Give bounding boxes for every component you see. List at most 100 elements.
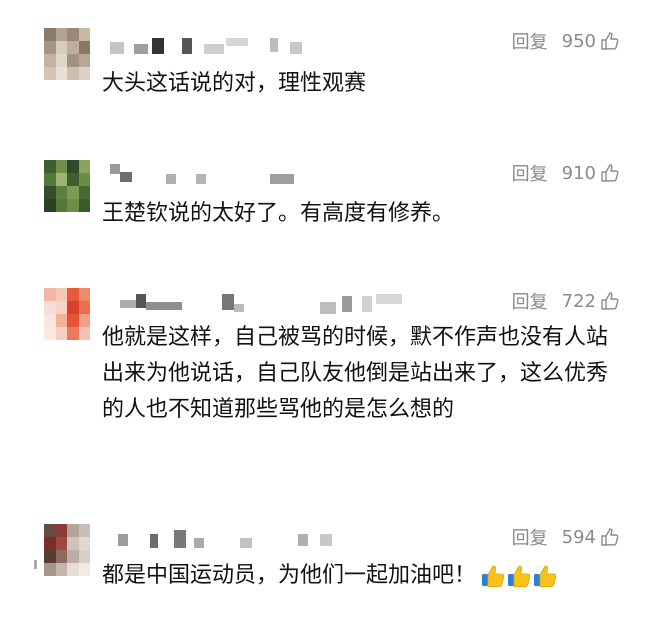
like-button[interactable]: 950 — [562, 31, 620, 52]
avatar-pixel — [55, 550, 67, 563]
emoji-row — [480, 563, 558, 589]
like-count: 910 — [561, 162, 596, 184]
comment-text: 他就是这样，自己被骂的时候，默不作声也没有人站出来为他说话，自己队友他倒是站出来… — [102, 325, 609, 422]
username-blurred[interactable] — [110, 38, 320, 56]
avatar-pixel — [44, 314, 56, 327]
avatar-pixel — [44, 54, 56, 67]
reply-button[interactable]: 回复 — [512, 288, 548, 314]
thumbs-up-icon — [601, 32, 619, 50]
thumbs-up-icon — [601, 528, 619, 546]
like-count: 594 — [561, 526, 596, 548]
thumbs-up-emoji-icon — [482, 565, 505, 587]
avatar-pixel — [55, 288, 67, 301]
avatar[interactable] — [44, 28, 90, 80]
avatar-pixel — [67, 28, 79, 41]
avatar-pixel — [78, 28, 90, 41]
comment-actions: 回复 950 — [512, 28, 620, 54]
avatar-pixel — [67, 327, 79, 340]
avatar-pixel — [67, 41, 79, 54]
avatar-pixel — [55, 67, 67, 80]
username-blurred[interactable] — [110, 530, 332, 548]
avatar-pixel — [55, 563, 67, 576]
comment-text-row: 都是中国运动员，为他们一起加油吧！ — [102, 558, 612, 594]
avatar-pixel — [67, 524, 79, 537]
avatar-pixel — [55, 199, 67, 212]
avatar-pixel — [67, 186, 79, 199]
avatar-pixel — [78, 160, 90, 173]
avatar-pixel — [44, 301, 56, 314]
avatar-pixel — [55, 537, 67, 550]
avatar-pixel — [44, 160, 56, 173]
username-blurred[interactable] — [110, 294, 402, 314]
like-button[interactable]: 594 — [562, 527, 620, 548]
avatar-pixel — [67, 301, 79, 314]
thumbs-up-icon — [601, 164, 619, 182]
avatar-pixel — [67, 54, 79, 67]
avatar[interactable] — [44, 160, 90, 212]
avatar-pixel — [67, 199, 79, 212]
avatar-pixel — [44, 288, 56, 301]
avatar-pixel — [55, 327, 67, 340]
avatar-pixel — [44, 186, 56, 199]
avatar-pixel — [44, 28, 56, 41]
avatar-pixel — [78, 186, 90, 199]
avatar-pixel — [67, 537, 79, 550]
avatar-pixel — [78, 314, 90, 327]
like-count: 722 — [561, 290, 596, 312]
like-button[interactable]: 722 — [562, 291, 620, 312]
like-button[interactable]: 910 — [562, 163, 620, 184]
comment-actions: 回复 910 — [512, 160, 620, 186]
comment-text: 大头这话说的对，理性观赛 — [102, 71, 367, 96]
reply-button[interactable]: 回复 — [512, 160, 548, 186]
avatar-pixel — [78, 537, 90, 550]
avatar-pixel — [44, 41, 56, 54]
avatar-pixel — [44, 563, 56, 576]
avatar-pixel — [67, 173, 79, 186]
comment-text: 都是中国运动员，为他们一起加油吧！ — [102, 563, 477, 588]
thumbs-up-icon — [601, 292, 619, 310]
avatar-pixel — [78, 301, 90, 314]
avatar-pixel — [55, 314, 67, 327]
thumbs-up-emoji-icon — [508, 565, 531, 587]
reply-button[interactable]: 回复 — [512, 524, 548, 550]
avatar-pixel — [44, 537, 56, 550]
avatar[interactable] — [44, 288, 90, 340]
avatar-pixel — [55, 524, 67, 537]
avatar-pixel — [78, 67, 90, 80]
avatar-pixel — [44, 524, 56, 537]
avatar-pixel — [67, 550, 79, 563]
avatar-pixel — [67, 288, 79, 301]
like-count: 950 — [561, 30, 596, 52]
avatar-pixel — [44, 199, 56, 212]
avatar-pixel — [78, 550, 90, 563]
avatar-pixel — [67, 67, 79, 80]
reply-button[interactable]: 回复 — [512, 28, 548, 54]
comment-actions: 回复 594 — [512, 524, 620, 550]
avatar-pixel — [78, 563, 90, 576]
avatar-pixel — [78, 173, 90, 186]
avatar-pixel — [67, 563, 79, 576]
avatar-pixel — [55, 160, 67, 173]
comment-actions: 回复 722 — [512, 288, 620, 314]
avatar-pixel — [55, 41, 67, 54]
avatar-pixel — [67, 160, 79, 173]
avatar-pixel — [78, 524, 90, 537]
avatar-pixel — [55, 186, 67, 199]
avatar-pixel — [78, 327, 90, 340]
avatar[interactable] — [44, 524, 90, 576]
comment-text: 王楚钦说的太好了。有高度有修养。 — [102, 201, 455, 226]
avatar-pixel — [44, 327, 56, 340]
avatar-pixel — [78, 54, 90, 67]
avatar-pixel — [55, 28, 67, 41]
avatar-pixel — [55, 173, 67, 186]
avatar-pixel — [44, 67, 56, 80]
avatar-pixel — [55, 54, 67, 67]
avatar-pixel — [55, 301, 67, 314]
divider-mark — [34, 560, 37, 569]
avatar-pixel — [67, 314, 79, 327]
avatar-pixel — [78, 288, 90, 301]
username-blurred[interactable] — [110, 164, 320, 184]
avatar-pixel — [44, 173, 56, 186]
avatar-pixel — [78, 41, 90, 54]
thumbs-up-emoji-icon — [534, 565, 557, 587]
